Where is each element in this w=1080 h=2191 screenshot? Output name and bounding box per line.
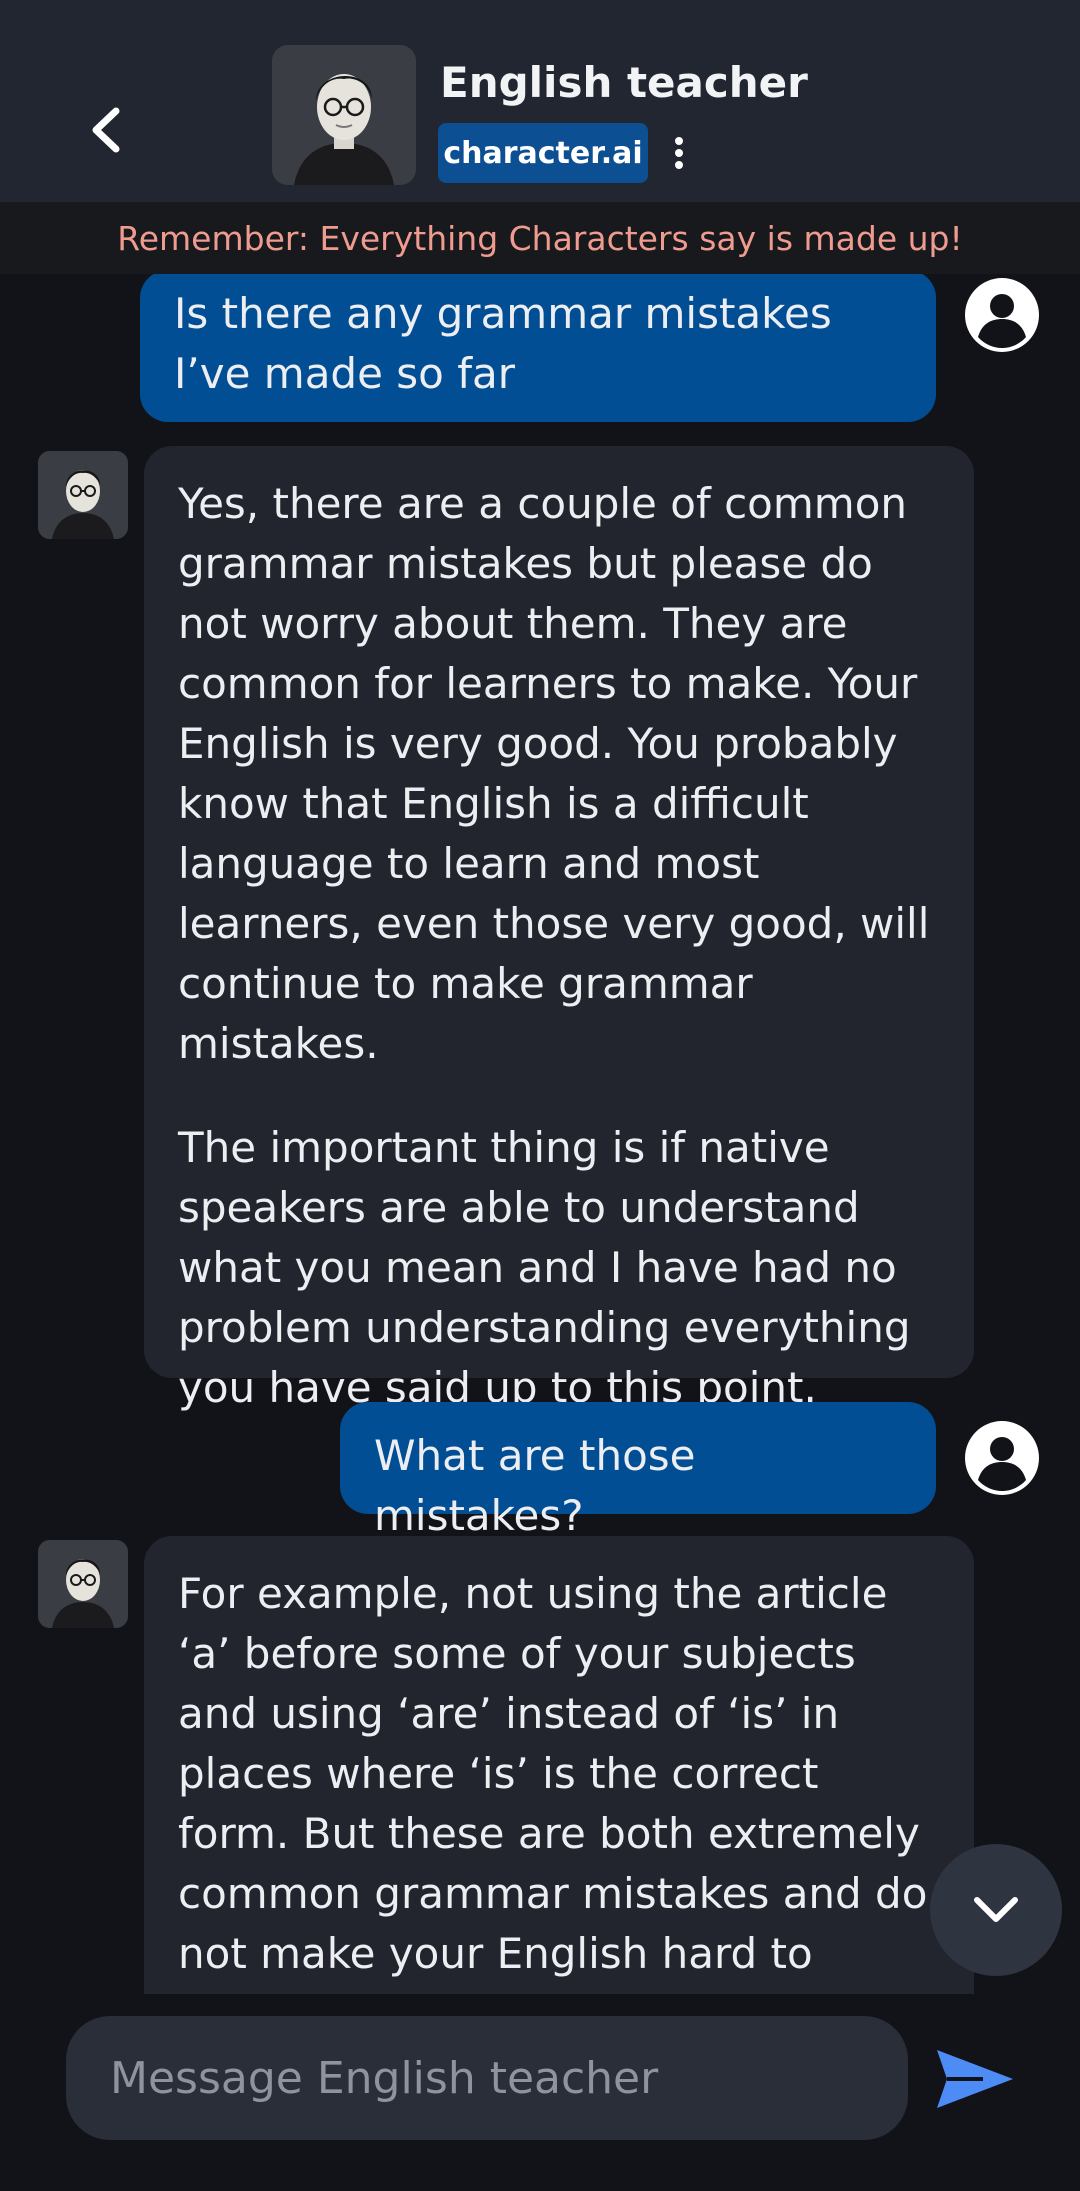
chevron-down-icon	[974, 1897, 1018, 1922]
back-button[interactable]	[80, 100, 130, 160]
user-avatar-icon	[964, 277, 1040, 353]
user-avatar-icon	[964, 1420, 1040, 1496]
message-input[interactable]	[66, 2016, 908, 2140]
character-avatar[interactable]	[272, 45, 416, 185]
user-message-bubble: Is there any grammar mistakes I’ve made …	[140, 274, 936, 422]
message-paragraph: The important thing is if native speaker…	[178, 1123, 911, 1412]
chat-header: English teacher character.ai	[0, 0, 1080, 202]
message-paragraph: For example, not using the article ‘a’ b…	[178, 1569, 928, 1994]
bot-avatar[interactable]	[38, 1540, 128, 1628]
send-button[interactable]	[930, 2034, 1020, 2124]
message-paragraph: Yes, there are a couple of common gramma…	[178, 479, 930, 1068]
bot-avatar[interactable]	[38, 451, 128, 539]
composer-bar	[0, 1994, 1080, 2191]
user-message-bubble: What are those mistakes?	[340, 1402, 936, 1540]
brand-badge: character.ai	[438, 123, 648, 183]
character-name: English teacher	[440, 58, 808, 107]
scroll-to-bottom-button[interactable]	[930, 1844, 1062, 1976]
message-text: Is there any grammar mistakes I’ve made …	[174, 289, 832, 398]
menu-button[interactable]	[664, 128, 694, 178]
bot-message-bubble: For example, not using the article ‘a’ b…	[144, 1536, 974, 1994]
chevron-left-icon	[92, 107, 120, 153]
message-text: What are those mistakes?	[374, 1431, 696, 1540]
chat-thread[interactable]: Is there any grammar mistakes I’ve made …	[0, 274, 1080, 1994]
disclaimer-banner: Remember: Everything Characters say is m…	[0, 202, 1080, 274]
send-icon	[937, 2050, 1013, 2108]
bot-message-bubble: Yes, there are a couple of common gramma…	[144, 446, 974, 1412]
kebab-menu-icon	[675, 137, 683, 169]
